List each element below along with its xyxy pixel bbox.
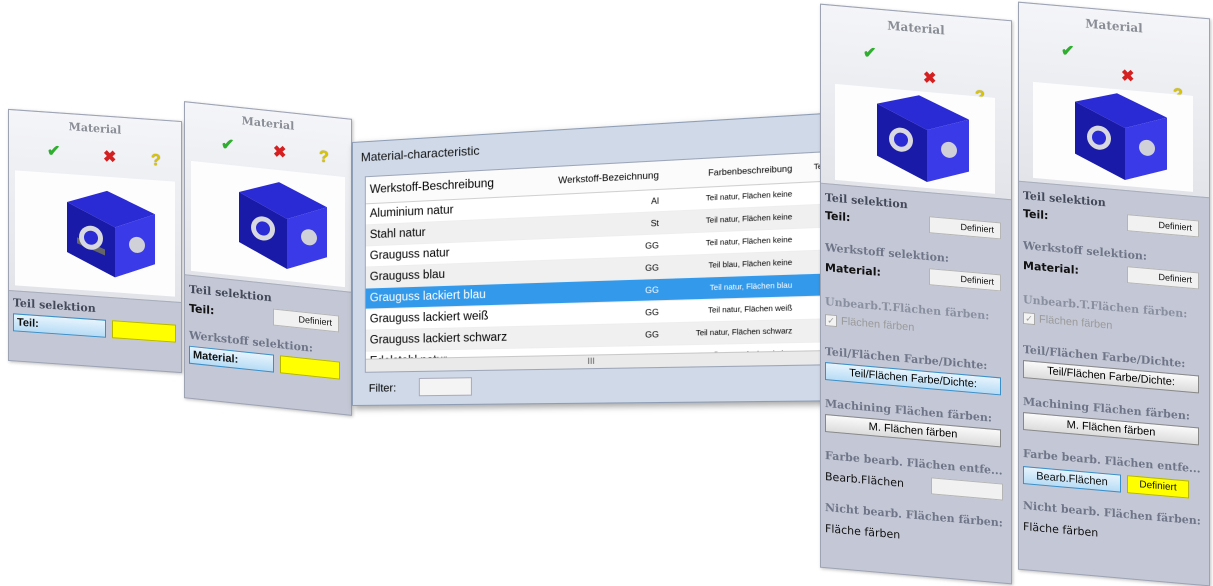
checkmark-icon[interactable]: ✔ xyxy=(863,42,876,63)
panel-header: Material ✔ ✖ ? xyxy=(821,4,1011,201)
part-label: Teil: xyxy=(1023,207,1049,223)
part-status-indicator xyxy=(112,320,176,343)
part-preview xyxy=(15,170,175,297)
filter-input[interactable] xyxy=(418,377,472,397)
housing-part-icon xyxy=(877,95,969,182)
housing-part-icon xyxy=(67,190,155,278)
part-selection-section: Teil selektion Teil: Definiert xyxy=(825,191,1007,240)
part-selection-section: Teil selektion Teil: Definiert xyxy=(1023,189,1205,238)
cross-icon[interactable]: ✖ xyxy=(923,68,936,89)
panel-header: Material ✔ ✖ ? xyxy=(9,109,181,304)
panel-header: Material ✔ ✖ ? xyxy=(1019,2,1209,199)
machining-faces-section: Machining Flächen färben: M. Flächen fär… xyxy=(1023,395,1205,446)
question-icon[interactable]: ? xyxy=(151,152,161,171)
part-value-field: Definiert xyxy=(273,308,339,333)
part-color-density-section: Teil/Flächen Farbe/Dichte: Teil/Flächen … xyxy=(825,345,1007,396)
part-preview xyxy=(191,160,345,288)
panel-header: Material ✔ ✖ ? xyxy=(185,102,351,293)
material-panel-1: Material ✔ ✖ ? Teil selektion Teil: xyxy=(8,108,182,374)
panel-title: Material xyxy=(241,114,295,133)
material-status-indicator xyxy=(280,355,340,380)
material-value-field: Definiert xyxy=(1127,266,1199,290)
scroll-thumb-grip-icon[interactable]: III xyxy=(588,357,595,367)
cell-designation: GG xyxy=(537,300,664,326)
remove-worked-color-section: Farbe bearb. Flächen entfe... Bearb.Fläc… xyxy=(825,449,1007,501)
material-button[interactable]: Material: xyxy=(189,345,274,373)
material-panel-3: Material ✔ ✖ ? Teil selektion Teil: Defi… xyxy=(820,3,1012,585)
stage: Material ✔ ✖ ? Teil selektion Teil: Mate… xyxy=(0,0,1213,586)
housing-part-icon xyxy=(239,182,327,269)
checkbox-checked-icon[interactable]: ✓ xyxy=(1023,312,1035,326)
color-face-label: Fläche färben xyxy=(825,522,901,542)
color-face-label: Fläche färben xyxy=(1023,520,1099,540)
part-selection-section: Teil selektion Teil: Definiert xyxy=(189,283,347,334)
color-faces-label: Flächen färben xyxy=(1039,313,1113,332)
material-table: Werkstoff-Beschreibung Werkstoff-Bezeich… xyxy=(364,150,839,373)
remove-worked-color-section: Farbe bearb. Flächen entfe... Bearb.Fläc… xyxy=(1023,447,1205,500)
cell-color: Teil natur, Flächen weiß xyxy=(663,296,797,323)
filter-label: Filter: xyxy=(368,382,397,395)
cross-icon[interactable]: ✖ xyxy=(103,147,116,168)
part-color-density-section: Teil/Flächen Farbe/Dichte: Teil/Flächen … xyxy=(1023,343,1205,394)
material-selection-section: Werkstoff selektion: Material: Definiert xyxy=(1023,239,1205,290)
material-selection-section: Werkstoff selektion: Material: xyxy=(189,329,347,381)
worked-faces-status: Definiert xyxy=(1127,475,1189,499)
cross-icon[interactable]: ✖ xyxy=(273,142,286,163)
worked-faces-button[interactable]: Bearb.Flächen xyxy=(1023,466,1121,493)
checkbox-checked-icon[interactable]: ✓ xyxy=(825,314,837,328)
unworked-faces-section: Unbearb.T.Flächen färben: ✓ Flächen färbe… xyxy=(1023,293,1205,340)
unworked-color-section: Nicht bearb. Flächen färben: Fläche färb… xyxy=(1023,499,1205,549)
material-characteristic-dialog: Material-characteristic x Werkstoff-Besc… xyxy=(352,111,854,406)
part-selection-section: Teil selektion Teil: xyxy=(13,296,177,343)
part-value-field: Definiert xyxy=(929,216,1001,240)
panel-title: Material xyxy=(1085,16,1143,36)
checkmark-icon[interactable]: ✔ xyxy=(1061,40,1074,61)
material-panel-4: Material ✔ ✖ ? Teil selektion Teil: Defi… xyxy=(1018,1,1210,586)
material-value-field: Definiert xyxy=(929,268,1001,292)
cell-designation: GG xyxy=(537,322,664,348)
part-label: Teil: xyxy=(189,301,215,318)
dialog-title: Material-characteristic xyxy=(360,143,480,165)
part-value-field: Definiert xyxy=(1127,214,1199,238)
cross-icon[interactable]: ✖ xyxy=(1121,66,1134,87)
part-preview xyxy=(835,83,995,194)
part-label: Teil: xyxy=(825,209,851,225)
cell-color: Teil natur, Flächen schwarz xyxy=(663,319,797,346)
checkmark-icon[interactable]: ✔ xyxy=(47,141,60,162)
worked-faces-field xyxy=(931,477,1003,501)
housing-part-icon xyxy=(1075,93,1167,180)
color-faces-label: Flächen färben xyxy=(841,315,915,334)
unworked-color-section: Nicht bearb. Flächen färben: Fläche färb… xyxy=(825,501,1007,551)
material-selection-section: Werkstoff selektion: Material: Definiert xyxy=(825,241,1007,292)
panel-title: Material xyxy=(68,120,122,137)
material-panel-2: Material ✔ ✖ ? Teil selektion Teil: Defi… xyxy=(184,101,352,416)
material-label: Material: xyxy=(825,261,881,279)
material-label: Material: xyxy=(1023,259,1079,277)
machining-faces-section: Machining Flächen färben: M. Flächen fär… xyxy=(825,397,1007,448)
checkmark-icon[interactable]: ✔ xyxy=(221,134,234,155)
panel-title: Material xyxy=(887,18,945,38)
worked-faces-label: Bearb.Flächen xyxy=(825,470,904,490)
question-icon[interactable]: ? xyxy=(319,148,329,167)
unworked-faces-section: Unbearb.T.Flächen färben: ✓ Flächen färbe… xyxy=(825,295,1007,342)
part-preview xyxy=(1033,81,1193,192)
part-button[interactable]: Teil: xyxy=(13,313,106,338)
